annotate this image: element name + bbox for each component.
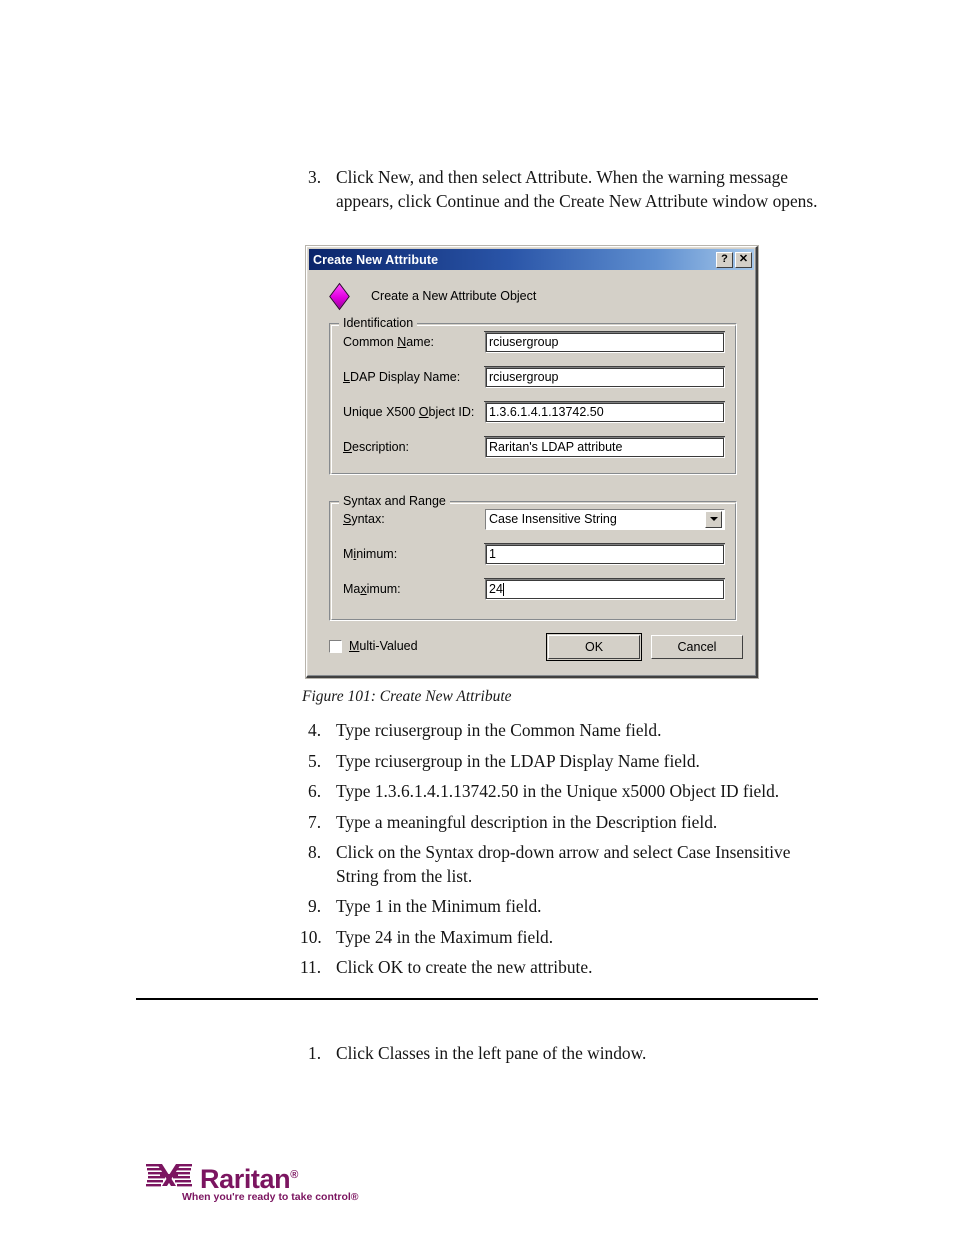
dialog-titlebar[interactable]: Create New Attribute ? ✕ (309, 249, 754, 270)
list-item: 8. Click on the Syntax drop-down arrow an… (300, 841, 820, 888)
maximum-label: Maximum: (343, 582, 401, 596)
list-item-number: 8. (308, 842, 322, 862)
syntax-wrap: Case Insensitive String (485, 508, 725, 530)
minimum-label: Minimum: (343, 547, 398, 561)
list-item-number: 1. (308, 1043, 322, 1063)
section-divider (136, 998, 818, 1000)
list-item-text: Click Classes in the left pane of the wi… (336, 1043, 647, 1063)
document-page: 3. Click New, and then select Attribute.… (0, 0, 954, 1235)
dialog-title: Create New Attribute (313, 252, 439, 267)
minimum-wrap: 1 (484, 542, 725, 565)
intro-step-list: 3. Click New, and then select Attribute.… (300, 166, 820, 213)
list-item-text: Type 1 in the Minimum field. (336, 896, 542, 916)
maximum-wrap: 24 (484, 577, 725, 600)
syntax-selected-value: Case Insensitive String (489, 512, 617, 526)
list-item-text: Click OK to create the new attribute. (336, 957, 593, 977)
raritan-tagline: When you're ready to take control® (182, 1191, 359, 1203)
list-item-number: 5. (308, 750, 322, 771)
figure-caption: Figure 101: Create New Attribute (302, 688, 512, 705)
multi-valued-checkbox-row[interactable]: Multi-Valued (329, 639, 418, 653)
unique-x500-object-id-wrap: 1.3.6.1.4.1.13742.50 (484, 400, 725, 423)
list-item: 1. Click Classes in the left pane of the … (300, 1042, 820, 1066)
next-procedure-step-list: 1. Click Classes in the left pane of the … (300, 1042, 820, 1066)
list-item: 9. Type 1 in the Minimum field. (300, 895, 820, 919)
list-item: 3. Click New, and then select Attribute.… (300, 166, 820, 213)
list-item-number: 3. (308, 167, 322, 187)
list-item-number: 7. (308, 811, 322, 832)
minimum-input[interactable]: 1 (485, 543, 725, 565)
syntax-and-range-groupbox: Syntax and Range Syntax: Case Insensitiv… (329, 494, 737, 621)
maximum-value: 24 (489, 582, 503, 596)
ok-button[interactable]: OK (546, 633, 642, 661)
dialog-header-text: Create a New Attribute Object (371, 289, 537, 303)
text-caret (502, 582, 504, 596)
list-item-number: 10. (300, 926, 322, 947)
maximum-input[interactable]: 24 (485, 578, 725, 600)
list-item-text: Type rciusergroup in the Common Name fie… (336, 720, 662, 740)
list-item-number: 11. (300, 957, 322, 977)
syntax-and-range-legend: Syntax and Range (339, 494, 450, 508)
description-label: Description: (343, 440, 410, 454)
unique-x500-object-id-label: Unique X500 Object ID: (343, 405, 475, 419)
attribute-object-icon (329, 282, 351, 311)
description-wrap: Raritan's LDAP attribute (484, 435, 725, 458)
syntax-dropdown[interactable]: Case Insensitive String (485, 508, 725, 530)
syntax-label: Syntax: (343, 512, 385, 526)
identification-groupbox: Identification Common Name: rciusergroup… (329, 316, 737, 475)
close-icon[interactable]: ✕ (735, 251, 752, 268)
list-item-text: Click on the Syntax drop-down arrow and … (336, 842, 791, 886)
help-icon[interactable]: ? (716, 251, 733, 268)
list-item-text: Type 1.3.6.1.4.1.13742.50 in the Unique … (336, 781, 780, 801)
list-item-text: Type 24 in the Maximum field. (336, 926, 554, 947)
list-item-number: 4. (308, 720, 322, 740)
list-item: 5. Type rciusergroup in the LDAP Display … (300, 750, 820, 774)
multi-valued-checkbox[interactable] (329, 639, 342, 653)
common-name-label: Common Name: (343, 335, 435, 349)
list-item: 11. Click OK to create the new attribute. (300, 956, 820, 980)
list-item-text: Click New, and then select Attribute. Wh… (336, 167, 818, 211)
list-item: 6. Type 1.3.6.1.4.1.13742.50 in the Uniqu… (300, 780, 820, 804)
multi-valued-label: Multi-Valued (349, 639, 418, 653)
identification-legend: Identification (339, 316, 418, 330)
list-item: 7. Type a meaningful description in the D… (300, 811, 820, 835)
create-new-attribute-dialog[interactable]: Create New Attribute ? ✕ Create a New At… (306, 246, 758, 678)
procedure-step-list: 4. Type rciusergroup in the Common Name f… (300, 719, 820, 980)
list-item-number: 6. (308, 781, 322, 801)
dialog-header: Create a New Attribute Object (329, 282, 537, 311)
common-name-wrap: rciusergroup (484, 330, 725, 353)
common-name-input[interactable]: rciusergroup (485, 331, 725, 353)
raritan-logo: Raritan® When you're ready to take contr… (146, 1160, 359, 1204)
list-item-text: Type a meaningful description in the Des… (336, 811, 718, 832)
raritan-wordmark: Raritan® (200, 1164, 298, 1194)
ldap-display-name-input[interactable]: rciusergroup (485, 366, 725, 388)
list-item-number: 9. (308, 896, 322, 916)
list-item: 10. Type 24 in the Maximum field. (300, 926, 820, 950)
ldap-display-name-wrap: rciusergroup (484, 365, 725, 388)
description-input[interactable]: Raritan's LDAP attribute (485, 436, 725, 458)
chevron-down-icon[interactable] (705, 510, 722, 528)
list-item-text: Type rciusergroup in the LDAP Display Na… (336, 750, 700, 771)
cancel-button[interactable]: Cancel (651, 635, 743, 659)
titlebar-button-group: ? ✕ (716, 251, 752, 268)
unique-x500-object-id-input[interactable]: 1.3.6.1.4.1.13742.50 (485, 401, 725, 423)
list-item: 4. Type rciusergroup in the Common Name f… (300, 719, 820, 743)
ldap-display-name-label: LDAP Display Name: (343, 370, 461, 384)
